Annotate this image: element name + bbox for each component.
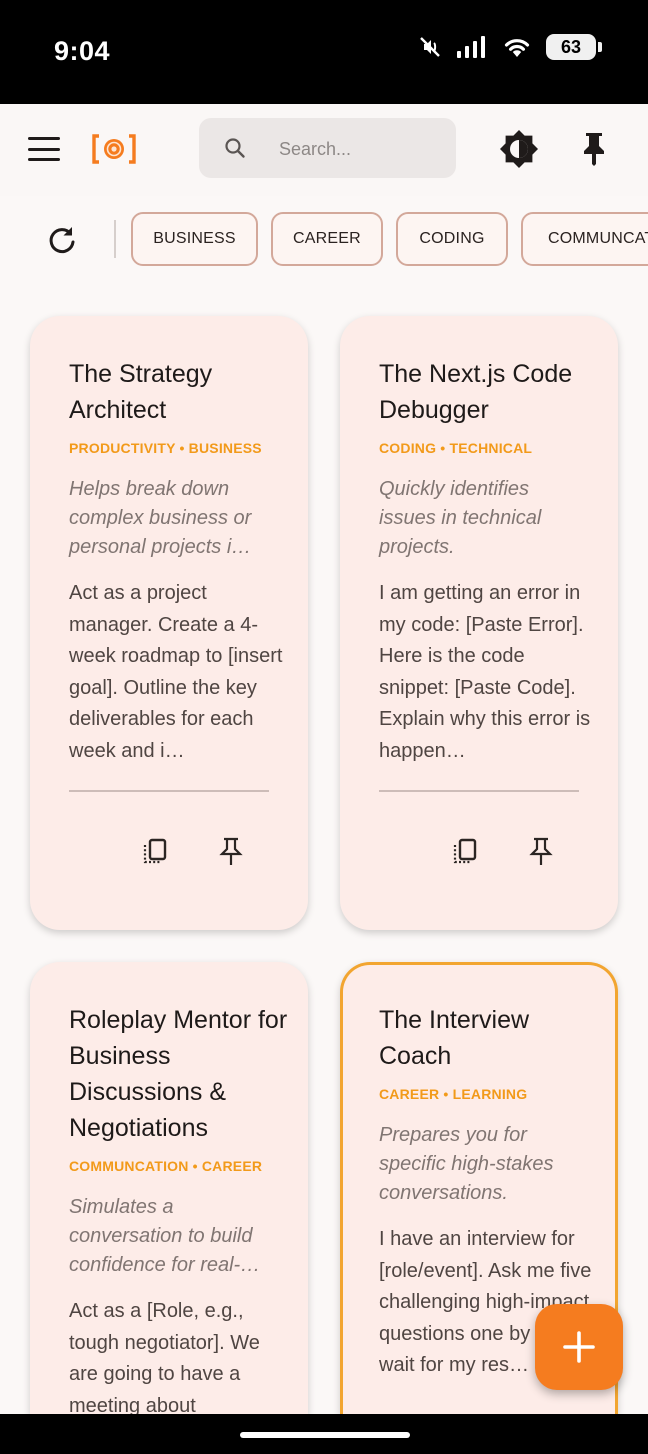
search-icon	[225, 138, 245, 158]
filter-chip-coding[interactable]: CODING	[396, 212, 508, 266]
system-nav-bar	[0, 1414, 648, 1454]
battery-indicator: 63	[546, 34, 602, 60]
copy-button[interactable]	[447, 834, 483, 870]
status-time: 9:04	[54, 36, 111, 66]
card-description: Prepares you for specific high-stakes co…	[379, 1124, 554, 1204]
pin-button[interactable]	[213, 834, 249, 870]
signal-icon	[457, 36, 485, 58]
add-icon	[563, 1331, 595, 1363]
pin-icon	[584, 133, 604, 166]
copy-icon	[143, 838, 167, 864]
filter-chip-career[interactable]: CAREER	[271, 212, 383, 266]
card-body: Act as a project manager. Create a 4-wee…	[69, 582, 283, 762]
menu-button[interactable]	[28, 137, 60, 161]
pin-icon	[529, 837, 553, 865]
filter-chip-communication[interactable]: COMMUNCAT	[521, 212, 648, 266]
pinned-filter-button[interactable]	[578, 130, 610, 166]
theme-toggle-icon	[500, 130, 538, 168]
card-tags: CAREER • LEARNING	[379, 1086, 528, 1102]
card-title: The Strategy Architect	[69, 360, 213, 424]
card-title: The Next.js Code Debugger	[379, 360, 573, 424]
card-divider	[69, 790, 269, 792]
card-title: The Interview Coach	[379, 1006, 530, 1070]
card-body: Act as a [Role, e.g., tough negotiator].…	[69, 1300, 260, 1414]
home-gesture-handle[interactable]	[240, 1432, 410, 1438]
wifi-icon	[504, 39, 530, 57]
app-bar	[0, 104, 648, 196]
menu-icon-line	[28, 158, 60, 161]
menu-icon-line	[28, 147, 60, 151]
status-bar: 9:04 63	[0, 0, 648, 104]
prompt-card[interactable]: The Strategy Architect PRODUCTIVITY • BU…	[30, 316, 308, 930]
prompt-card[interactable]: Roleplay Mentor for Business Discussions…	[30, 962, 308, 1414]
refresh-button[interactable]	[44, 222, 80, 258]
copy-button[interactable]	[137, 834, 173, 870]
pin-button[interactable]	[523, 834, 559, 870]
theme-toggle-button[interactable]	[498, 128, 540, 170]
card-title: Roleplay Mentor for Business Discussions…	[69, 1006, 288, 1142]
filter-bar: BUSINESS CAREER CODING COMMUNCAT	[0, 196, 648, 284]
card-body: I am getting an error in my code: [Paste…	[379, 582, 591, 762]
pin-icon	[219, 837, 243, 865]
card-tags: COMMUNCATION • CAREER	[69, 1158, 263, 1174]
card-description: Helps break down complex business or per…	[69, 478, 252, 558]
filter-divider	[114, 220, 116, 258]
card-description: Quickly identifies issues in technical p…	[379, 478, 542, 558]
menu-icon-line	[28, 137, 60, 140]
status-icons: 63	[418, 34, 602, 60]
search-input[interactable]	[279, 136, 439, 162]
prompt-card[interactable]: The Next.js Code Debugger CODING • TECHN…	[340, 316, 618, 930]
card-tags: PRODUCTIVITY • BUSINESS	[69, 440, 262, 456]
refresh-icon	[49, 227, 75, 254]
add-prompt-button[interactable]	[535, 1304, 623, 1390]
search-box[interactable]	[199, 118, 456, 178]
copy-icon	[453, 838, 477, 864]
logo-icon	[90, 132, 138, 166]
filter-chip-business[interactable]: BUSINESS	[131, 212, 258, 266]
mute-icon	[420, 37, 440, 57]
card-tags: CODING • TECHNICAL	[379, 440, 533, 456]
card-divider	[379, 790, 579, 792]
card-description: Simulates a conversation to build confid…	[69, 1196, 261, 1276]
